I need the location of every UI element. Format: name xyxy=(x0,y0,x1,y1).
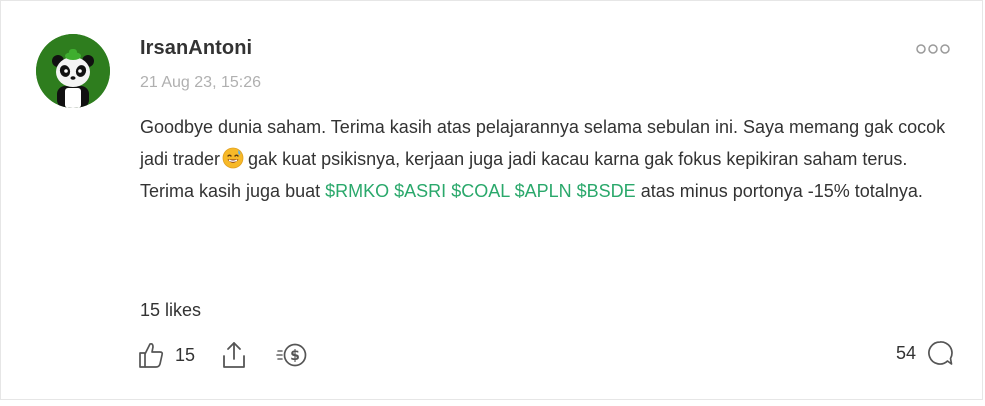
tip-button[interactable]: $ xyxy=(276,342,308,368)
svg-text:$: $ xyxy=(290,348,300,364)
action-bar: 15 $ xyxy=(138,338,308,372)
comment-bubble-icon xyxy=(928,341,953,365)
dollar-coin-icon: $ xyxy=(276,343,307,367)
panda-avatar-icon xyxy=(36,34,110,108)
avatar[interactable] xyxy=(36,34,110,108)
likes-summary[interactable]: 15 likes xyxy=(140,300,201,321)
smiling-face-with-sweat-icon xyxy=(222,147,244,169)
more-dots-icon xyxy=(916,44,950,54)
ticker-link-bsde[interactable]: $BSDE xyxy=(577,181,636,201)
like-button[interactable]: 15 xyxy=(138,341,195,369)
post-text-part: gak kuat psikisnya, kerjaan juga jadi ka… xyxy=(248,149,908,169)
share-button[interactable] xyxy=(222,340,246,370)
author-name[interactable]: IrsanAntoni xyxy=(140,37,252,60)
post-text-part: atas minus portonya -15% totalnya. xyxy=(640,181,923,201)
comments-button[interactable]: 54 xyxy=(896,340,953,366)
comment-count: 54 xyxy=(895,342,916,363)
share-icon xyxy=(223,342,245,368)
post-paragraph-2: Terima kasih juga buat $RMKO $ASRI $COAL… xyxy=(140,175,950,207)
post-paragraph-1: Goodbye dunia saham. Terima kasih atas p… xyxy=(140,111,950,175)
post-card: IrsanAntoni 21 Aug 23, 15:26 Goodbye dun… xyxy=(0,0,983,400)
ticker-link-rmko[interactable]: $RMKO xyxy=(325,181,389,201)
post-text-part: Terima kasih juga buat xyxy=(140,181,321,201)
thumbs-up-icon xyxy=(139,342,164,368)
post-body: Goodbye dunia saham. Terima kasih atas p… xyxy=(140,111,950,207)
more-options-button[interactable] xyxy=(913,39,953,59)
post-timestamp: 21 Aug 23, 15:26 xyxy=(140,74,261,91)
ticker-link-apln[interactable]: $APLN xyxy=(515,181,572,201)
ticker-link-coal[interactable]: $COAL xyxy=(451,181,509,201)
ticker-link-asri[interactable]: $ASRI xyxy=(394,181,446,201)
like-count: 15 xyxy=(175,344,196,365)
